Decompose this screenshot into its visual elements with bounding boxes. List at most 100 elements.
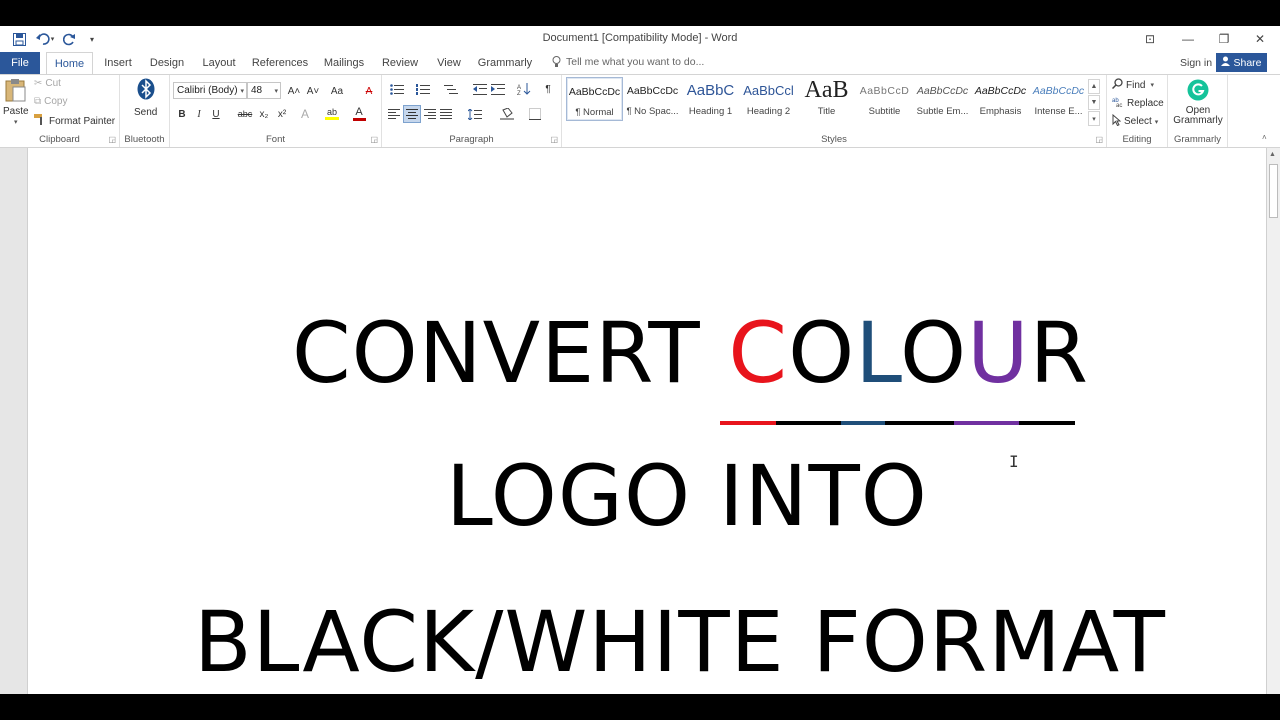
italic-button[interactable]: I	[191, 106, 207, 122]
share-button[interactable]: Share	[1216, 53, 1267, 72]
align-left-icon[interactable]	[386, 106, 402, 122]
style-preview: AaBbCcDc	[626, 85, 679, 97]
minimize-button[interactable]: —	[1170, 28, 1206, 50]
gallery-more-icon[interactable]: ▾	[1088, 111, 1100, 126]
style-intense-emphasis[interactable]: AaBbCcDc Intense E...	[1030, 77, 1087, 121]
search-icon	[1111, 78, 1123, 92]
tab-home[interactable]: Home	[46, 52, 93, 75]
bullets-icon[interactable]	[386, 81, 408, 97]
increase-indent-icon[interactable]	[490, 81, 506, 97]
document-page[interactable]: CONVERT COLOUR LOGO INTO BLACK/WHITE FOR…	[27, 148, 1267, 694]
text-effects-button[interactable]: A	[297, 106, 313, 122]
bluetooth-group: Send Bluetooth	[120, 75, 170, 147]
font-size-combo[interactable]: 48 ▾	[247, 82, 281, 99]
tab-insert[interactable]: Insert	[98, 52, 138, 74]
title-bar: ▾ ▾ Document1 [Compatibility Mode] - Wor…	[0, 26, 1280, 52]
scroll-thumb[interactable]	[1269, 164, 1278, 218]
ribbon-display-options-icon[interactable]: ⊡	[1132, 28, 1168, 50]
shading-icon[interactable]	[496, 106, 518, 122]
clipboard-launcher-icon[interactable]: ◲	[108, 135, 116, 144]
bluetooth-send-button[interactable]: Send	[134, 78, 157, 118]
tell-me-box[interactable]: Tell me what you want to do...	[552, 56, 704, 68]
highlight-glyph: ab	[326, 106, 337, 117]
style-name: Subtitle	[868, 106, 901, 117]
tab-review[interactable]: Review	[378, 52, 422, 74]
gallery-down-icon[interactable]: ▼	[1088, 95, 1100, 110]
paragraph-launcher-icon[interactable]: ◲	[550, 135, 558, 144]
style-subtle-emphasis[interactable]: AaBbCcDc Subtle Em...	[914, 77, 971, 121]
copy-label: Copy	[44, 96, 68, 107]
replace-button[interactable]: ab ac Replace	[1112, 96, 1164, 110]
tab-references[interactable]: References	[250, 52, 310, 74]
style-name: Title	[817, 106, 836, 117]
tab-design[interactable]: Design	[145, 52, 189, 74]
bold-button[interactable]: B	[174, 106, 190, 122]
font-launcher-icon[interactable]: ◲	[370, 135, 378, 144]
font-color-button[interactable]: A	[351, 104, 367, 122]
sign-in-link[interactable]: Sign in	[1180, 57, 1212, 69]
style-heading-1[interactable]: AaBbC Heading 1	[682, 77, 739, 121]
underline-segment-r	[1019, 421, 1075, 425]
scroll-up-icon[interactable]: ▲	[1269, 151, 1276, 158]
find-label: Find	[1126, 79, 1146, 91]
clipboard-group: Paste ▾ ✂ Cut ⧉ Copy Format Painter Clip…	[0, 75, 120, 147]
change-case-button[interactable]: Aa	[326, 83, 348, 99]
justify-icon[interactable]	[438, 106, 454, 122]
shrink-font-button[interactable]: A˅	[304, 83, 322, 99]
strikethrough-button[interactable]: abc	[236, 106, 254, 122]
underline-button[interactable]: U	[208, 106, 224, 122]
word-colour: COLOUR	[728, 304, 1089, 402]
align-right-icon[interactable]	[422, 106, 438, 122]
paintbrush-icon	[34, 114, 46, 128]
tab-mailings[interactable]: Mailings	[320, 52, 368, 74]
paste-button[interactable]: Paste ▾	[3, 78, 29, 126]
tab-grammarly[interactable]: Grammarly	[476, 52, 534, 74]
decrease-indent-icon[interactable]	[472, 81, 488, 97]
numbering-icon[interactable]	[412, 81, 434, 97]
style-title[interactable]: AaB Title	[798, 77, 855, 121]
format-painter-button[interactable]: Format Painter	[34, 114, 115, 128]
vertical-scrollbar[interactable]: ▲	[1267, 148, 1280, 694]
subscript-button[interactable]: x₂	[256, 106, 272, 122]
sort-icon[interactable]: AZ	[516, 81, 532, 97]
align-center-icon[interactable]	[403, 105, 421, 123]
collapse-ribbon-icon[interactable]: ˄	[1262, 133, 1267, 142]
cut-button[interactable]: ✂ Cut	[34, 78, 61, 89]
restore-button[interactable]: ❐	[1206, 28, 1242, 50]
line-spacing-icon[interactable]	[464, 106, 486, 122]
pilcrow-icon[interactable]: ¶	[540, 81, 556, 97]
tab-file[interactable]: File	[0, 52, 40, 74]
style-no-spacing[interactable]: AaBbCcDc ¶ No Spac...	[624, 77, 681, 121]
font-name-combo[interactable]: Calibri (Body) ▾	[173, 82, 247, 99]
highlight-button[interactable]: ab	[323, 104, 341, 122]
editing-group-label: Editing	[1122, 134, 1152, 145]
clear-formatting-button[interactable]: A	[361, 83, 377, 99]
close-button[interactable]: ✕	[1242, 28, 1278, 50]
copy-button[interactable]: ⧉ Copy	[34, 96, 68, 107]
superscript-button[interactable]: x²	[274, 106, 290, 122]
tab-view[interactable]: View	[432, 52, 466, 74]
document-area: CONVERT COLOUR LOGO INTO BLACK/WHITE FOR…	[0, 148, 1280, 694]
find-button[interactable]: Find ▾	[1111, 78, 1154, 92]
tab-layout[interactable]: Layout	[198, 52, 240, 74]
font-color-glyph: A	[355, 105, 363, 118]
style-preview: AaBbCcDc	[568, 86, 621, 98]
grammarly-label: Grammarly	[1173, 115, 1223, 126]
borders-icon[interactable]	[524, 106, 546, 122]
styles-launcher-icon[interactable]: ◲	[1095, 135, 1103, 144]
select-button[interactable]: Select ▾	[1112, 113, 1158, 129]
gallery-up-icon[interactable]: ▲	[1088, 79, 1100, 94]
open-grammarly-button[interactable]: Open Grammarly	[1172, 79, 1224, 126]
font-name-value: Calibri (Body)	[177, 85, 238, 96]
underline-segment-l	[841, 421, 885, 425]
cursor-arrow-icon	[1112, 113, 1122, 129]
grow-font-button[interactable]: A˄	[285, 83, 303, 99]
style-name: Heading 2	[746, 106, 791, 117]
style-normal[interactable]: AaBbCcDc ¶ Normal	[566, 77, 623, 121]
style-heading-2[interactable]: AaBbCcl Heading 2	[740, 77, 797, 121]
style-subtitle[interactable]: AaBbCcD Subtitle	[856, 77, 913, 121]
style-emphasis[interactable]: AaBbCcDc Emphasis	[972, 77, 1029, 121]
multilevel-list-icon[interactable]	[440, 81, 462, 97]
underline-segment-o1	[776, 421, 841, 425]
heading-line-2: LOGO INTO	[446, 447, 928, 545]
